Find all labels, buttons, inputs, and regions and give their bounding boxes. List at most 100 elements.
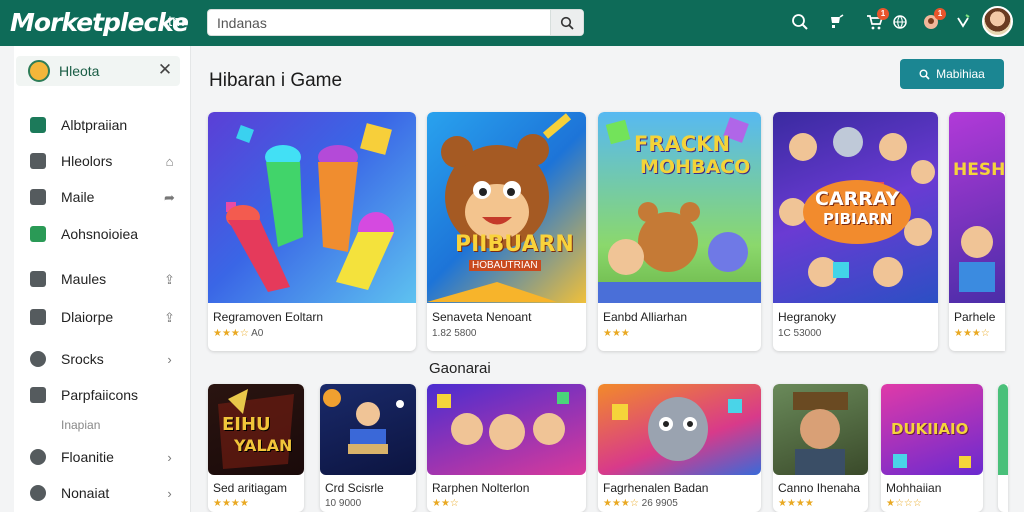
game-title: Eanbd Alliarhan [603, 310, 688, 324]
sidebar-item-parpfaiicons[interactable]: Parpfaiicons [14, 381, 191, 409]
game-title: Mohhaiian [886, 481, 942, 495]
document-icon [30, 189, 46, 205]
sidebar-item-nonaiat[interactable]: Nonaiat › [14, 479, 191, 507]
game-card[interactable]: CARRAY PIBIARN Hegranoky 1C 53000 [773, 112, 938, 351]
header-search-icon[interactable] [789, 11, 811, 33]
rating-stars: ★★★☆ [603, 498, 639, 509]
app-icon [28, 60, 50, 82]
sidebar-item-label: Maile [61, 189, 95, 205]
sidebar-item-label: Srocks [61, 351, 104, 367]
game-card[interactable]: PIIBUARN HOBAUTRIAN Senaveta Nenoant 1.8… [427, 112, 586, 351]
sidebar-item-label: Parpfaiicons [61, 387, 139, 403]
sidebar-item-albtpraiian[interactable]: Albtpraiian [14, 111, 191, 139]
game-meta: ★★★☆ 26 9905 [603, 498, 678, 509]
logo-suffix: tm [168, 13, 185, 30]
game-logo-text: EIHU [222, 414, 271, 435]
game-card[interactable]: Fagrhenalen Badan ★★★☆ 26 9905 [598, 384, 761, 512]
avatar[interactable] [982, 6, 1013, 37]
game-meta: ★★★☆ A0 [213, 328, 263, 339]
folder-icon [30, 153, 46, 169]
storefront-icon[interactable] [826, 11, 848, 33]
sidebar-item-label: Aohsnoioiea [61, 226, 139, 242]
sidebar-item-aohsnoioiea[interactable]: Aohsnoioiea [14, 220, 191, 248]
close-icon[interactable]: ✕ [156, 61, 174, 80]
rating-stars: ★★★ [603, 328, 630, 339]
sidebar-item-floanitie[interactable]: Floanitie › [14, 443, 191, 471]
game-meta: ★★★★ [778, 498, 814, 509]
clock-icon [30, 449, 46, 465]
game-artwork [598, 384, 761, 475]
game-meta-text: A0 [251, 328, 264, 339]
sidebar-item-label: Dlaiorpe [61, 309, 114, 325]
game-card[interactable]: Regramoven Eoltarn ★★★☆ A0 [208, 112, 416, 351]
game-meta: ★★★☆ [954, 328, 990, 339]
sidebar-sub-label[interactable]: Inapian [61, 418, 100, 432]
game-meta: 1.82 5800 [432, 328, 477, 339]
game-logo-text: CARRAY [815, 188, 900, 210]
chart-icon [30, 309, 46, 325]
game-title: Canno Ihenaha [778, 481, 861, 495]
game-logo-text: DUKIIAIO [891, 420, 969, 438]
search-input[interactable] [208, 10, 550, 35]
game-logo-subtext: HOBAUTRIAN [469, 260, 541, 271]
game-card[interactable]: Crd Scisrle 10 9000 [320, 384, 416, 512]
search-bar [207, 9, 584, 36]
cart-icon[interactable]: 1 [863, 8, 889, 33]
sidebar-item-label: Floanitie [61, 449, 114, 465]
game-meta: ★★★ [603, 328, 630, 339]
logo[interactable]: Morketplecke [10, 6, 189, 38]
checkbox-icon [30, 226, 46, 242]
game-title: Crd Scisrle [325, 481, 384, 495]
rating-stars: ★★★★ [213, 498, 249, 509]
sidebar-item-srocks[interactable]: Srocks › [14, 345, 191, 373]
search-icon [919, 69, 930, 80]
file-icon [30, 271, 46, 287]
sidebar-item-label: Maules [61, 271, 107, 287]
chevron-right-icon[interactable]: › [162, 486, 177, 501]
game-meta: 1C 53000 [778, 328, 822, 339]
rating-stars: ★★★☆ [213, 328, 249, 339]
game-card[interactable]: Canno Ihenaha ★★★★ [773, 384, 868, 512]
game-card-partial[interactable] [998, 384, 1008, 512]
settings-icon [30, 351, 46, 367]
game-card[interactable]: FRACKN MOHBACO Eanbd Alliarhan ★★★ [598, 112, 761, 351]
section-title: Gaonarai [429, 360, 491, 377]
notification-badge: 1 [934, 8, 946, 20]
lock-icon[interactable]: ⌂ [162, 154, 177, 169]
game-artwork [427, 112, 586, 303]
sidebar-header[interactable]: Hleota ✕ [16, 56, 180, 86]
share-icon[interactable]: ➦ [162, 190, 177, 205]
game-logo-subtext: YALAN [234, 436, 293, 455]
game-title: Senaveta Nenoant [432, 310, 532, 324]
game-title: Regramoven Eoltarn [213, 310, 324, 324]
sidebar-item-dlaiorpe[interactable]: Dlaiorpe ⇪ [14, 303, 191, 331]
chevron-right-icon[interactable]: › [162, 450, 177, 465]
page-title: Hibaran i Game [209, 70, 343, 91]
game-card[interactable]: EIHU YALAN Sed aritiagam ★★★★ [208, 384, 304, 512]
sidebar-item-maile[interactable]: Maile ➦ [14, 183, 191, 211]
upload-icon[interactable]: ⇪ [162, 272, 177, 287]
search-button[interactable] [550, 10, 583, 35]
game-title: Parhele [954, 310, 996, 324]
game-meta: 10 9000 [325, 498, 362, 509]
game-artwork [949, 112, 1005, 303]
notification-icon[interactable]: 1 [920, 8, 946, 33]
upload-icon[interactable]: ⇪ [162, 310, 177, 325]
sidebar-item-label: Nonaiat [61, 485, 110, 501]
search-icon [560, 16, 574, 30]
sidebar-item-hleolors[interactable]: Hleolors ⌂ [14, 147, 191, 175]
game-title: Fagrhenalen Badan [603, 481, 709, 495]
game-card[interactable]: DUKIIAIO Mohhaiian ★☆☆☆ [881, 384, 983, 512]
globe-icon[interactable] [889, 11, 911, 33]
game-artwork [773, 384, 868, 475]
rating-stars: ★★★★ [778, 498, 814, 509]
primary-action-button[interactable]: Mabihiaa [900, 59, 1004, 89]
chevron-right-icon[interactable]: › [162, 352, 177, 367]
gift-icon[interactable] [952, 11, 974, 33]
game-meta: ★★☆ [432, 498, 459, 509]
game-logo-subtext: MOHBACO [640, 156, 751, 178]
game-card[interactable]: Rarphen Nolterlon ★★☆ [427, 384, 586, 512]
sidebar-item-maules[interactable]: Maules ⇪ [14, 265, 191, 293]
game-card[interactable]: HESH Parhele ★★★☆ [949, 112, 1005, 351]
game-artwork [427, 384, 586, 475]
